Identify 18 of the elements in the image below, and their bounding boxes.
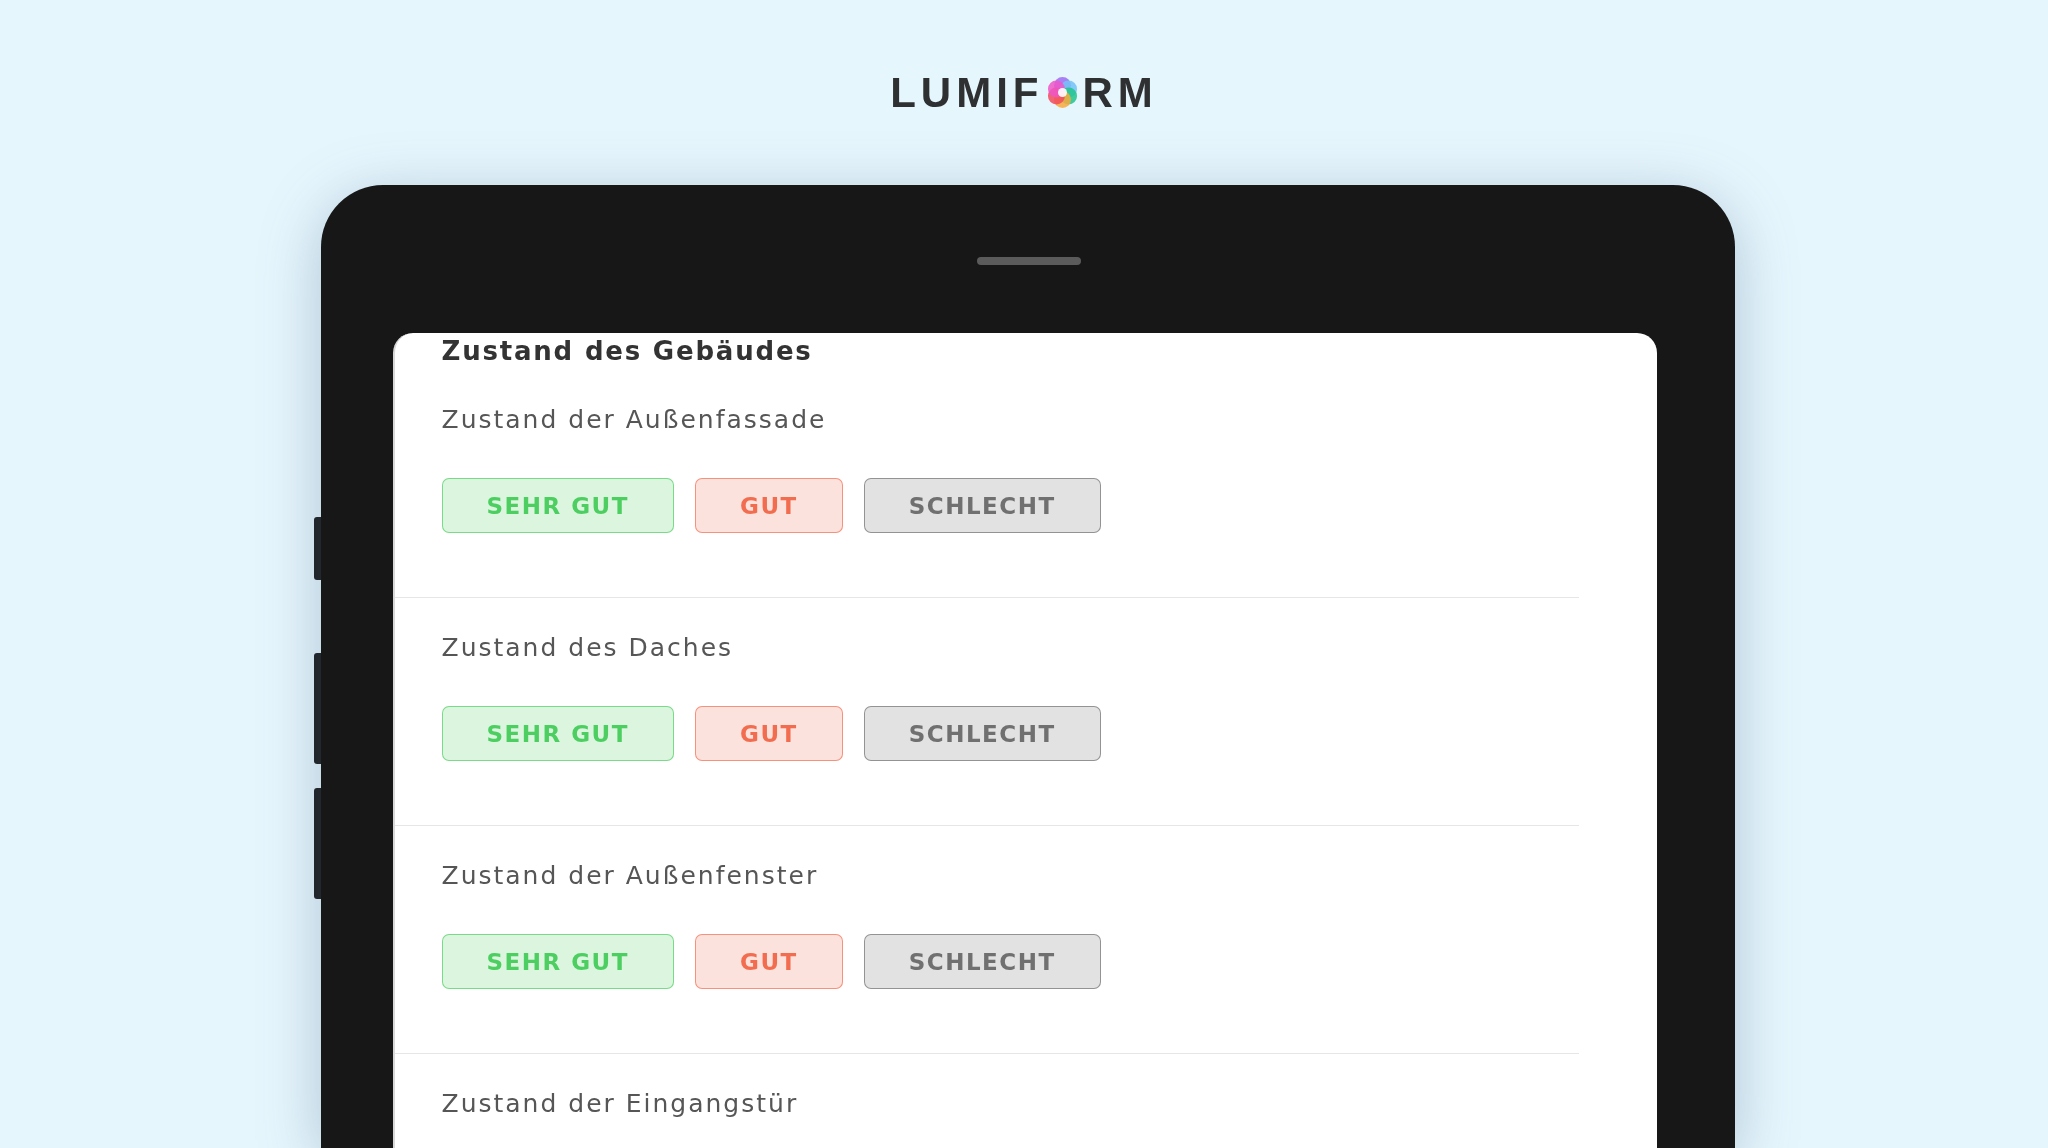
rating-button[interactable]: SCHLECHT [863,478,1101,533]
rating-button[interactable]: SCHLECHT [863,934,1101,989]
rating-button[interactable]: GUT [695,478,843,533]
rating-button[interactable]: SCHLECHT [863,706,1101,761]
question-label: Zustand des Daches [441,632,734,664]
logo-text: RM [1082,71,1158,114]
question-label: Zustand der Außenfenster [441,860,819,892]
rating-button[interactable]: SEHR GUT [441,478,674,533]
logo-text: LUMIF [890,71,1044,114]
flower-logo-icon [1047,77,1079,108]
rating-button[interactable]: GUT [695,706,843,761]
rating-button[interactable]: SEHR GUT [441,706,674,761]
speaker-slot-icon [976,257,1081,265]
section-title: Zustand des Gebäudes [441,335,813,368]
question-label: Zustand der Eingangstür [441,1088,799,1120]
rating-button[interactable]: SEHR GUT [441,934,674,989]
question-label: Zustand der Außenfassade [441,404,827,436]
rating-button[interactable]: GUT [695,934,843,989]
